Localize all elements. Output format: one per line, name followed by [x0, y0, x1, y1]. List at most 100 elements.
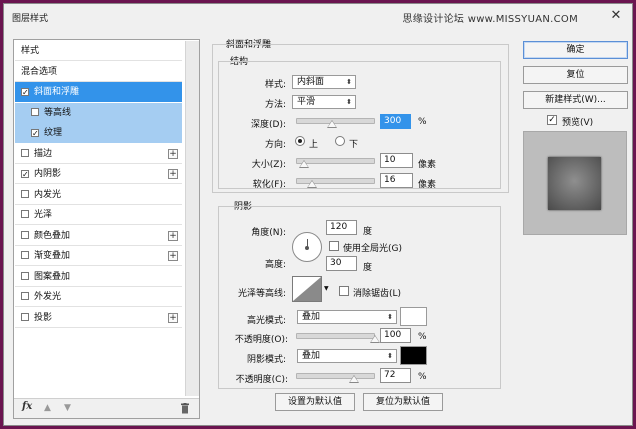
- style-list-item[interactable]: 内发光: [15, 184, 182, 205]
- antialias-checkbox[interactable]: [339, 286, 349, 296]
- direction-label: 方向:: [264, 140, 286, 150]
- soften-slider-thumb[interactable]: [307, 180, 317, 188]
- style-list-item[interactable]: 混合选项: [15, 61, 182, 82]
- shadow-opacity-slider-thumb[interactable]: [349, 375, 359, 383]
- depth-label: 深度(D):: [251, 120, 286, 130]
- style-list-item-label: 纹理: [44, 128, 63, 138]
- depth-slider-thumb[interactable]: [327, 120, 337, 128]
- reset-button[interactable]: 复位: [523, 66, 628, 84]
- style-enable-checkbox[interactable]: [21, 292, 29, 300]
- title-bar[interactable]: 图层样式 思缘设计论坛 www.MISSYUAN.COM ✕: [4, 4, 632, 30]
- watermark-text: 思缘设计论坛 www.MISSYUAN.COM: [402, 14, 578, 25]
- altitude-input[interactable]: 30: [326, 256, 357, 271]
- preview-thumbnail: [548, 157, 601, 210]
- style-enable-checkbox[interactable]: ✓: [31, 129, 39, 138]
- direction-down-radio[interactable]: [335, 136, 345, 146]
- style-enable-checkbox[interactable]: [21, 312, 29, 321]
- style-list-item[interactable]: 描边 +: [15, 143, 182, 164]
- style-list-item[interactable]: 渐变叠加 +: [15, 246, 182, 266]
- add-effect-icon[interactable]: +: [168, 230, 178, 241]
- style-enable-checkbox[interactable]: [21, 251, 29, 259]
- size-slider[interactable]: [296, 158, 375, 168]
- highlight-color-swatch[interactable]: [400, 307, 427, 326]
- style-select[interactable]: 内斜面 ⬍: [292, 75, 356, 89]
- style-list-item[interactable]: 投影 +: [15, 307, 182, 328]
- technique-select[interactable]: 平滑 ⬍: [292, 95, 356, 109]
- shadow-opacity-label: 不透明度(C):: [235, 375, 288, 385]
- shadow-color-swatch[interactable]: [400, 346, 427, 365]
- style-list-item-label: 外发光: [34, 292, 62, 302]
- style-list-item-label: 光泽: [34, 210, 53, 220]
- style-list-item[interactable]: 等高线: [15, 102, 182, 123]
- shadow-opacity-input[interactable]: 72: [380, 368, 411, 383]
- trash-icon[interactable]: [180, 403, 190, 414]
- style-list-item[interactable]: 光泽: [15, 205, 182, 225]
- style-list-item-label: 斜面和浮雕: [34, 87, 80, 97]
- style-list-item-label: 描边: [34, 148, 53, 159]
- gloss-contour-picker[interactable]: [292, 276, 322, 302]
- preview-checkbox[interactable]: ✓: [547, 115, 557, 125]
- add-effect-icon[interactable]: +: [168, 148, 178, 159]
- highlight-opacity-slider-thumb[interactable]: [370, 335, 380, 343]
- chevron-down-icon: ⬍: [387, 352, 393, 360]
- depth-input[interactable]: 300: [380, 114, 411, 129]
- global-light-label: 使用全局光(G): [343, 244, 402, 254]
- direction-up-radio[interactable]: [295, 136, 305, 146]
- style-list-item-label: 投影: [34, 312, 53, 323]
- style-enable-checkbox[interactable]: ✓: [21, 88, 29, 97]
- highlight-opacity-unit: %: [418, 332, 427, 342]
- shadow-opacity-slider[interactable]: [296, 373, 375, 383]
- style-list-item-label: 图案叠加: [34, 271, 71, 282]
- size-slider-thumb[interactable]: [299, 160, 309, 168]
- style-list-item[interactable]: 图案叠加: [15, 266, 182, 287]
- global-light-checkbox[interactable]: [329, 241, 339, 251]
- style-list-item[interactable]: 外发光: [15, 287, 182, 307]
- style-enable-checkbox[interactable]: [21, 230, 29, 239]
- reset-to-default-button[interactable]: 复位为默认值: [363, 393, 443, 411]
- style-enable-checkbox[interactable]: [21, 148, 29, 157]
- depth-slider[interactable]: [296, 118, 375, 128]
- soften-input[interactable]: 16: [380, 173, 413, 188]
- highlight-opacity-input[interactable]: 100: [380, 328, 411, 343]
- style-list-item[interactable]: 颜色叠加 +: [15, 225, 182, 246]
- style-list-item-label: 渐变叠加: [34, 251, 71, 261]
- make-default-button[interactable]: 设置为默认值: [275, 393, 355, 411]
- highlight-opacity-slider[interactable]: [296, 333, 380, 343]
- shadow-mode-select[interactable]: 叠加 ⬍: [297, 349, 397, 363]
- style-list-item[interactable]: ✓ 斜面和浮雕: [15, 82, 182, 102]
- style-label: 样式:: [264, 80, 286, 90]
- new-style-button[interactable]: 新建样式(W)...: [523, 91, 628, 109]
- arrow-down-icon[interactable]: ▼: [64, 403, 71, 413]
- style-list-item-label: 样式: [21, 46, 40, 56]
- style-enable-checkbox[interactable]: [31, 107, 39, 116]
- soften-slider[interactable]: [296, 178, 375, 188]
- shadow-opacity-unit: %: [418, 372, 427, 382]
- styles-list-scrollbar[interactable]: [185, 41, 199, 396]
- add-effect-icon[interactable]: +: [168, 169, 178, 179]
- style-list-item[interactable]: 样式: [15, 41, 182, 61]
- soften-unit: 像素: [418, 180, 437, 190]
- style-list-item-label: 混合选项: [21, 66, 58, 77]
- fx-icon[interactable]: fx: [22, 401, 32, 412]
- arrow-up-icon[interactable]: ▲: [44, 403, 51, 413]
- size-unit: 像素: [418, 160, 437, 170]
- technique-label: 方法:: [264, 100, 286, 110]
- gloss-contour-label: 光泽等高线:: [237, 289, 286, 299]
- add-effect-icon[interactable]: +: [168, 251, 178, 261]
- style-list-item[interactable]: ✓ 内阴影 +: [15, 164, 182, 184]
- style-list-item[interactable]: ✓ 纹理: [15, 123, 182, 143]
- highlight-mode-label: 高光模式:: [246, 316, 286, 326]
- size-input[interactable]: 10: [380, 153, 413, 168]
- add-effect-icon[interactable]: +: [168, 312, 178, 323]
- style-enable-checkbox[interactable]: [21, 271, 29, 280]
- style-enable-checkbox[interactable]: [21, 189, 29, 198]
- close-icon[interactable]: ✕: [608, 8, 624, 24]
- highlight-mode-select[interactable]: 叠加 ⬍: [297, 310, 397, 324]
- style-enable-checkbox[interactable]: [21, 210, 29, 218]
- style-enable-checkbox[interactable]: ✓: [21, 170, 29, 179]
- ok-button[interactable]: 确定: [523, 41, 628, 59]
- styles-list-panel: 样式 混合选项 ✓ 斜面和浮雕 等高线 ✓ 纹理 描边 + ✓ 内阴影 + 内发光 光泽 颜色叠加 + 渐变叠加…: [13, 39, 200, 419]
- chevron-down-icon[interactable]: ▼: [324, 285, 329, 292]
- angle-input[interactable]: 120: [326, 220, 357, 235]
- angle-dial[interactable]: [292, 232, 322, 262]
